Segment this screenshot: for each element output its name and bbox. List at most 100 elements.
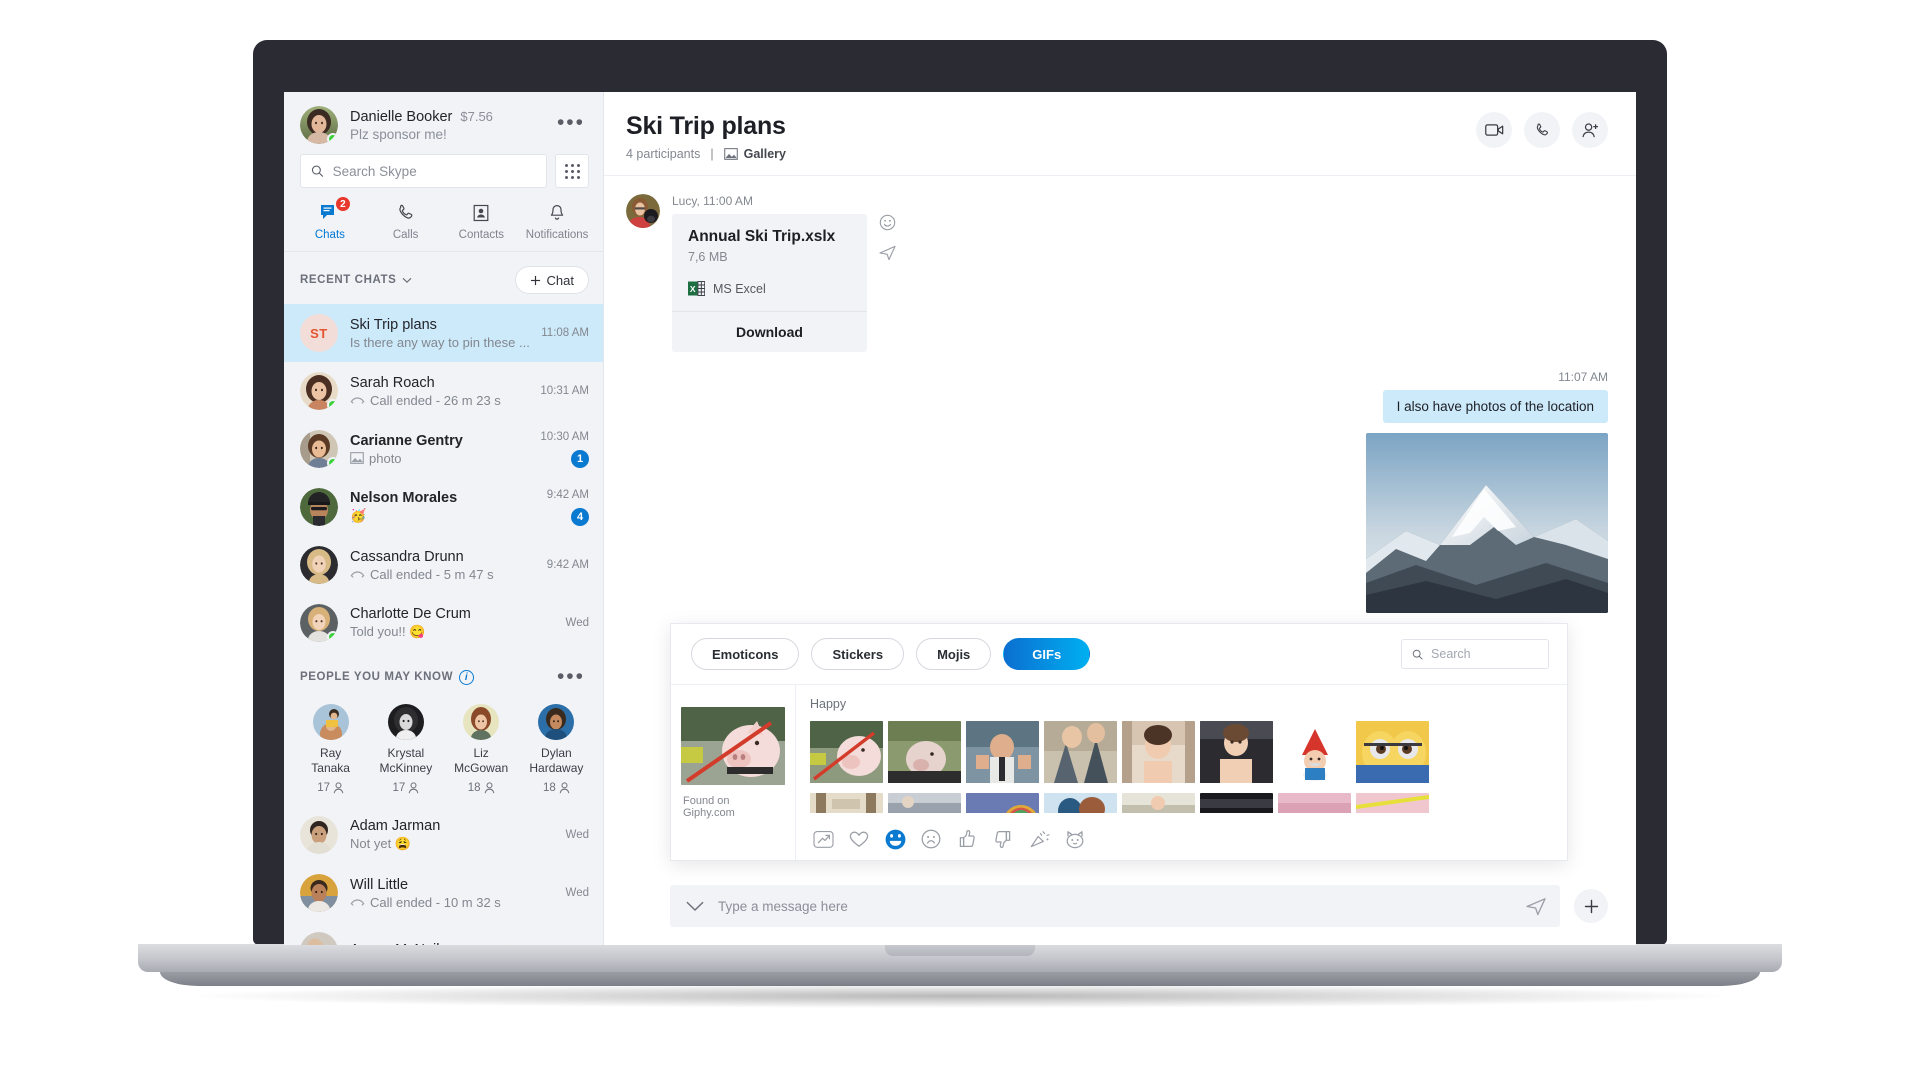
tab-contacts-label: Contacts	[458, 229, 505, 241]
file-attachment-card[interactable]: Annual Ski Trip.xslx 7,6 MB X MS Excel D…	[672, 214, 867, 352]
message-composer[interactable]	[670, 885, 1560, 927]
tab-notifications[interactable]: Notifications	[519, 198, 595, 243]
pymk-more-button[interactable]: •••	[553, 666, 589, 688]
add-reaction-icon[interactable]	[879, 214, 896, 231]
chat-list-item-will-little[interactable]: Will Little Call ended - 10 m 32 s Wed	[284, 864, 603, 922]
picker-tab-mojis[interactable]: Mojis	[916, 638, 992, 670]
chat-list-item-ski-trip[interactable]: ST Ski Trip plans Is there any way to pi…	[284, 304, 603, 362]
picker-tab-stickers[interactable]: Stickers	[811, 638, 905, 670]
chat-list-item-adam-jarman[interactable]: Adam Jarman Not yet 😩 Wed	[284, 806, 603, 864]
recent-chats-title-group[interactable]: RECENT CHATS	[300, 274, 412, 286]
chat-item-name: Will Little	[350, 876, 409, 893]
cat-face-icon[interactable]	[1064, 828, 1086, 850]
avatar	[387, 704, 424, 740]
pymk-header: PEOPLE YOU MAY KNOW i •••	[284, 652, 603, 698]
picker-tab-emoticons[interactable]: Emoticons	[691, 638, 800, 670]
bell-icon	[547, 202, 567, 224]
person-icon	[484, 782, 494, 794]
video-call-button[interactable]	[1476, 112, 1512, 148]
gif-thumbnail[interactable]	[966, 721, 1039, 788]
gif-preview-image[interactable]	[681, 707, 785, 785]
picker-tab-gifs[interactable]: GIFs	[1003, 638, 1091, 670]
svg-text:X: X	[690, 284, 696, 294]
chat-item-time: 10:31 AM	[540, 385, 589, 397]
tab-contacts[interactable]: Contacts	[444, 198, 520, 243]
sad-face-icon[interactable]	[920, 828, 942, 850]
gif-thumbnail[interactable]	[810, 721, 883, 788]
avatar[interactable]	[300, 106, 338, 144]
chevron-down-icon[interactable]	[686, 901, 704, 912]
gif-grid	[810, 721, 1567, 818]
pymk-mutual-count: 18	[467, 782, 481, 794]
message-input[interactable]	[718, 898, 1512, 914]
chat-list-item-sarah-roach[interactable]: Sarah Roach Call ended - 26 m 23 s 10:31…	[284, 362, 603, 420]
pymk-card-ray-tanaka[interactable]: Ray Tanaka 17	[294, 702, 367, 796]
reaction-filter-bar	[810, 818, 1567, 860]
gif-thumbnail[interactable]	[1278, 721, 1351, 788]
gif-thumbnail[interactable]	[1356, 721, 1429, 788]
heart-icon[interactable]	[848, 828, 870, 850]
gallery-link[interactable]: Gallery	[723, 147, 786, 161]
profile-more-button[interactable]: •••	[553, 112, 589, 134]
gif-thumbnail[interactable]	[1356, 793, 1429, 818]
calls-icon	[396, 202, 416, 224]
download-button[interactable]: Download	[672, 311, 867, 352]
chat-item-time: Wed	[565, 829, 589, 841]
forward-icon[interactable]	[879, 245, 896, 261]
chat-list-item-cassandra-drunn[interactable]: Cassandra Drunn Call ended - 5 m 47 s 9:…	[284, 536, 603, 594]
chat-item-main: Charlotte De Crum Told you!! 😋	[350, 606, 554, 640]
pymk-card-dylan-hardaway[interactable]: Dylan Hardaway 18	[520, 702, 593, 796]
outgoing-photo-attachment[interactable]	[1366, 433, 1608, 613]
tab-calls[interactable]: Calls	[368, 198, 444, 243]
add-attachment-button[interactable]	[1574, 889, 1608, 923]
thumbs-up-icon[interactable]	[956, 828, 978, 850]
info-icon[interactable]: i	[459, 669, 475, 685]
chat-list-item-charlotte-de-crum[interactable]: Charlotte De Crum Told you!! 😋 Wed	[284, 594, 603, 652]
gif-preview-pane: Found on Giphy.com	[671, 685, 796, 860]
party-popper-icon[interactable]	[1028, 828, 1050, 850]
trending-icon[interactable]	[812, 828, 834, 850]
file-card-inner: Annual Ski Trip.xslx 7,6 MB X MS Excel	[672, 214, 867, 311]
pymk-card-liz-mcgowan[interactable]: Liz McGowan 18	[445, 702, 518, 796]
gif-thumbnail[interactable]	[1044, 721, 1117, 788]
thumbs-down-icon[interactable]	[992, 828, 1014, 850]
gif-thumbnail[interactable]	[888, 793, 961, 818]
gif-thumbnail[interactable]	[1200, 793, 1273, 818]
chat-item-preview-row: photo	[350, 451, 528, 466]
chat-list-item-angus-mcneil[interactable]: Angus McNeil Wed	[284, 922, 603, 945]
gif-thumbnail[interactable]	[1200, 721, 1273, 788]
new-chat-button[interactable]: Chat	[514, 266, 589, 294]
chevron-down-icon	[403, 277, 412, 283]
gif-thumbnail[interactable]	[810, 793, 883, 818]
participants-count: 4 participants	[626, 147, 701, 161]
chat-list-item-nelson-morales[interactable]: Nelson Morales 🥳 9:42 AM 4	[284, 478, 603, 536]
search-box[interactable]	[300, 154, 547, 188]
search-input[interactable]	[332, 163, 536, 179]
chat-item-preview: photo	[369, 450, 402, 466]
profile-header[interactable]: Danielle Booker $7.56 Plz sponsor me! ••…	[284, 92, 603, 154]
send-icon[interactable]	[1526, 897, 1546, 916]
dialpad-button[interactable]	[555, 154, 589, 188]
gif-thumbnail[interactable]	[1044, 793, 1117, 818]
pymk-card-krystal-mckinney[interactable]: Krystal McKinney 17	[369, 702, 442, 796]
add-people-button[interactable]	[1572, 112, 1608, 148]
outgoing-message-time: 11:07 AM	[1558, 370, 1608, 384]
picker-search-input[interactable]	[1431, 647, 1538, 661]
gif-thumbnail[interactable]	[966, 793, 1039, 818]
chat-item-right: Wed	[566, 617, 589, 629]
recent-chats-header: RECENT CHATS Chat	[284, 252, 603, 304]
gif-thumbnail[interactable]	[1278, 793, 1351, 818]
gif-thumbnail[interactable]	[1122, 721, 1195, 788]
gif-thumbnail[interactable]	[888, 721, 961, 788]
person-icon	[408, 782, 419, 794]
gif-thumbnail[interactable]	[1122, 793, 1195, 818]
audio-call-button[interactable]	[1524, 112, 1560, 148]
message-sender-time: Lucy, 11:00 AM	[672, 194, 753, 208]
picker-search-box[interactable]	[1401, 639, 1549, 669]
chat-item-name: Carianne Gentry	[350, 432, 463, 449]
skype-app: Danielle Booker $7.56 Plz sponsor me! ••…	[284, 92, 1636, 945]
tab-chats[interactable]: 2 Chats	[292, 196, 368, 243]
chat-list-item-carianne-gentry[interactable]: Carianne Gentry photo 10:30 AM 1	[284, 420, 603, 478]
avatar	[300, 604, 338, 642]
happy-face-icon[interactable]	[884, 828, 906, 850]
